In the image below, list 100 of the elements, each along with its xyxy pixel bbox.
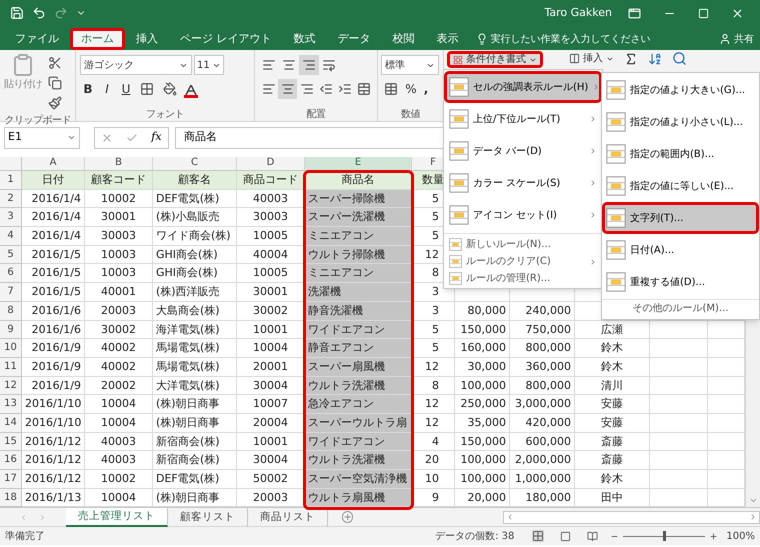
- menu-item[interactable]: 文字列(T)...: [602, 202, 759, 234]
- column-header[interactable]: B: [85, 157, 153, 170]
- align-bottom-button[interactable]: [299, 55, 319, 75]
- caret-icon: [67, 133, 76, 142]
- zoom-in-icon[interactable]: [709, 532, 718, 541]
- conditional-format-button[interactable]: 条件付き書式: [447, 51, 543, 68]
- table-cell: スーパー掃除機: [305, 190, 412, 208]
- row-number[interactable]: 6: [0, 264, 22, 284]
- table-cell: 静音エアコン: [305, 339, 412, 358]
- number-format-field[interactable]: 標準: [381, 55, 439, 75]
- table-cell: (株)朝日商事: [153, 414, 237, 433]
- menu-item[interactable]: 日付(A)...: [602, 234, 759, 266]
- table-cell: 4: [412, 432, 455, 452]
- table-cell: 40002: [85, 339, 153, 358]
- column-header[interactable]: C: [153, 157, 237, 170]
- table-cell: 30002: [85, 320, 153, 340]
- row-number[interactable]: 15: [0, 432, 22, 452]
- row-number[interactable]: 9: [0, 320, 22, 340]
- column-header[interactable]: E: [305, 157, 412, 170]
- ribbon-tab[interactable]: 表示: [426, 28, 470, 50]
- undo-icon[interactable]: [32, 6, 46, 20]
- table-cell: ウルトラ洗濯機: [305, 376, 412, 396]
- data-count: データの個数: 38: [435, 530, 514, 544]
- row-number[interactable]: 5: [0, 246, 22, 264]
- scroll-right-icon[interactable]: [749, 513, 757, 522]
- table-cell: 150,000: [455, 432, 510, 452]
- zoom-thumb[interactable]: [663, 531, 666, 542]
- row-number[interactable]: 4: [0, 227, 22, 246]
- format-button[interactable]: U: [118, 79, 134, 99]
- menu-item[interactable]: 指定の値より大きい(G)...: [602, 74, 759, 106]
- table-cell: ミニエアコン: [305, 227, 412, 246]
- sheet-tab[interactable]: 売上管理リスト: [66, 508, 168, 527]
- menu-item[interactable]: セルの強調表示ルール(H): [444, 71, 602, 103]
- ribbon-tab[interactable]: データ: [326, 28, 382, 50]
- empty-cell: [650, 470, 708, 489]
- menu-item[interactable]: 上位/下位ルール(T): [444, 103, 602, 135]
- ribbon-tab[interactable]: ページ レイアウト: [169, 28, 282, 50]
- table-cell: 2016/1/9: [22, 339, 85, 358]
- sort-icon[interactable]: [648, 52, 662, 66]
- row-number[interactable]: 3: [0, 208, 22, 228]
- share-button[interactable]: 共有: [719, 28, 754, 50]
- group-label: 数値: [401, 108, 420, 122]
- menu-item[interactable]: 新しいルール(N)...: [444, 236, 602, 253]
- ribbon-tab[interactable]: ホーム: [70, 28, 125, 50]
- search-icon[interactable]: [672, 51, 687, 66]
- normal-view-icon[interactable]: [532, 530, 544, 542]
- row-number[interactable]: 14: [0, 414, 22, 433]
- font-size-field[interactable]: 11: [194, 55, 224, 75]
- save-icon[interactable]: [10, 6, 24, 20]
- menu-item[interactable]: 指定の値に等しい(E)...: [602, 170, 759, 202]
- format-button[interactable]: I: [99, 79, 115, 99]
- autosum-icon[interactable]: [624, 52, 638, 66]
- table-cell: 2016/1/10: [22, 414, 85, 433]
- page-break-icon[interactable]: [587, 530, 598, 542]
- ribbon-display-icon[interactable]: [628, 6, 641, 20]
- menu-item[interactable]: その他のルール(M)...: [602, 301, 759, 318]
- table-cell: 30002: [237, 302, 305, 320]
- row-number[interactable]: 7: [0, 283, 22, 302]
- close-icon[interactable]: [731, 6, 744, 20]
- empty-cell: [650, 432, 708, 452]
- column-header[interactable]: A: [22, 157, 85, 170]
- insert-button[interactable]: 挿入: [569, 52, 614, 66]
- font-name-field[interactable]: 游ゴシック: [80, 55, 192, 75]
- add-sheet-icon[interactable]: [342, 511, 354, 524]
- ribbon-tab[interactable]: 数式: [282, 28, 326, 50]
- menu-item[interactable]: 指定の範囲内(B)...: [602, 138, 759, 170]
- row-number[interactable]: 13: [0, 395, 22, 414]
- row-number[interactable]: 12: [0, 376, 22, 396]
- row-number[interactable]: 10: [0, 339, 22, 358]
- ribbon-tab[interactable]: 校閲: [382, 28, 426, 50]
- row-number[interactable]: 11: [0, 358, 22, 377]
- format-button[interactable]: B: [80, 79, 96, 99]
- menu-item[interactable]: 指定の値より小さい(L)...: [602, 106, 759, 138]
- row-number[interactable]: 16: [0, 451, 22, 470]
- table-cell: 10: [412, 470, 455, 489]
- align-center-button[interactable]: [278, 79, 297, 99]
- table-cell: 35,000: [455, 414, 510, 433]
- zoom-slider[interactable]: [623, 531, 706, 542]
- tell-me-field[interactable]: 実行したい作業を入力してください: [490, 32, 690, 46]
- row-number[interactable]: 2: [0, 190, 22, 208]
- window-title: Taro Gakken: [544, 4, 612, 21]
- page-layout-icon[interactable]: [560, 530, 572, 542]
- zoom-level[interactable]: 100%: [726, 528, 755, 544]
- table-cell: ウルトラ掃除機: [305, 246, 412, 264]
- row-number[interactable]: 8: [0, 302, 22, 320]
- percent-button[interactable]: %: [404, 80, 418, 98]
- ribbon-tab[interactable]: 挿入: [125, 28, 169, 50]
- row-number[interactable]: 17: [0, 470, 22, 489]
- name-box[interactable]: E1: [4, 126, 80, 148]
- maximize-icon[interactable]: [698, 8, 709, 18]
- insert-function-button[interactable]: fx: [151, 129, 162, 146]
- horizontal-scrollbar[interactable]: [503, 510, 760, 524]
- table-cell: 2016/1/5: [22, 283, 85, 302]
- row-number[interactable]: 1: [0, 171, 22, 190]
- ribbon-tab[interactable]: ファイル: [4, 28, 70, 50]
- comma-button[interactable]: ,: [421, 80, 431, 98]
- row-number[interactable]: 18: [0, 488, 22, 508]
- empty-cell: [650, 395, 708, 414]
- table-cell: 40004: [237, 246, 305, 264]
- menu-item[interactable]: 重複する値(D)...: [602, 266, 759, 298]
